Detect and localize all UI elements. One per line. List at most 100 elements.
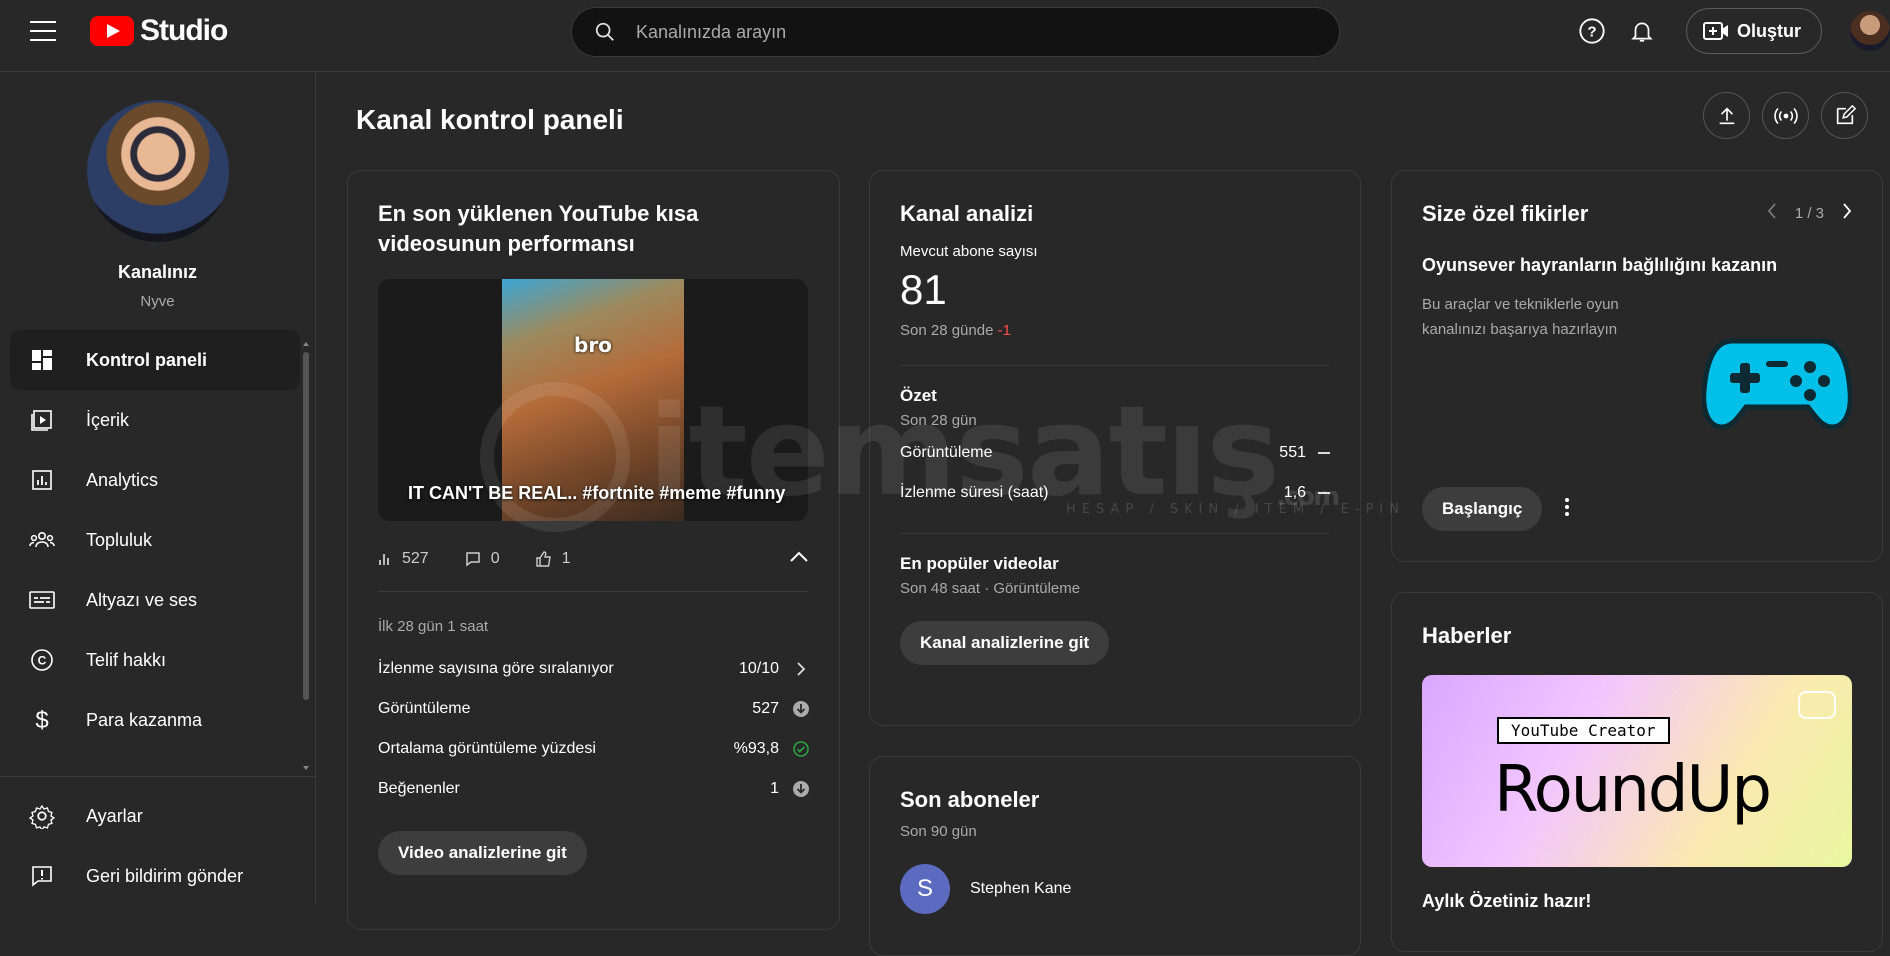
studio-logo[interactable]: Studio (90, 14, 228, 48)
sidebar-item-label: Analytics (86, 469, 159, 490)
pager-text: 1 / 3 (1794, 204, 1824, 222)
dashboard-icon (28, 346, 56, 374)
sidebar-scrollbar[interactable] (302, 340, 310, 772)
create-post-button[interactable] (1821, 92, 1868, 139)
subscriber-item[interactable]: S Stephen Kane (900, 864, 1330, 914)
sidebar-item-analytics[interactable]: Analytics (10, 450, 300, 510)
sidebar-item-copyright[interactable]: C Telif hakkı (10, 630, 300, 690)
card-title: En son yüklenen YouTube kısa videosunun … (378, 201, 699, 256)
create-button[interactable]: Oluştur (1685, 8, 1822, 54)
collapse-chevron-up-icon[interactable] (789, 550, 809, 568)
row-value: 10/10 (738, 660, 779, 677)
likes-row: Beğenenler 1 (378, 769, 809, 809)
create-label: Oluştur (1736, 20, 1801, 41)
channel-title: Kanalınız (117, 262, 197, 282)
scrollbar-thumb[interactable] (303, 352, 309, 700)
monetization-icon: $ (28, 706, 56, 734)
video-title: IT CAN'T BE REAL.. #fortnite #meme #funn… (408, 483, 786, 503)
more-options-icon[interactable] (1564, 497, 1570, 522)
search-bar[interactable] (571, 7, 1340, 57)
feedback-icon (28, 862, 56, 890)
sidebar-divider (0, 776, 316, 777)
chevron-right-icon[interactable] (1842, 203, 1852, 223)
chevron-left-icon[interactable] (1767, 203, 1777, 223)
idea-description: Bu araçlar ve tekniklerle oyun kanalınız… (1422, 296, 1619, 338)
card-title: Son aboneler (900, 787, 1040, 812)
likes-stat: 1 (535, 550, 571, 568)
ranking-row[interactable]: İzlenme sayısına göre sıralanıyor 10/10 (378, 649, 809, 689)
channel-analytics-card: Kanal analizi Mevcut abone sayısı 81 Son… (869, 170, 1361, 726)
views-count: 527 (402, 550, 429, 567)
check-circle-icon (793, 741, 809, 757)
thumbnail-overlay-text: bro (574, 333, 612, 357)
gear-icon (28, 802, 56, 830)
news-card: Haberler YouTube Creator RoundUp Aylık Ö… (1391, 592, 1883, 952)
copyright-icon: C (28, 646, 56, 674)
avg-view-percent-row: Ortalama görüntüleme yüzdesi %93,8 (378, 729, 809, 769)
sidebar-item-monetization[interactable]: $ Para kazanma (10, 690, 300, 750)
edit-post-icon (1836, 104, 1856, 124)
row-value: 527 (752, 700, 779, 717)
period-label: İlk 28 gün 1 saat (378, 618, 489, 635)
news-image[interactable]: YouTube Creator RoundUp (1422, 675, 1852, 867)
sidebar-item-label: Topluluk (86, 529, 153, 550)
search-icon (595, 22, 614, 41)
notifications-bell-icon[interactable] (1620, 9, 1664, 53)
channel-avatar[interactable] (86, 100, 229, 242)
video-analytics-button[interactable]: Video analizlerine git (378, 831, 587, 875)
news-image-headline: RoundUp (1494, 753, 1772, 827)
neutral-dash-icon (1318, 452, 1330, 454)
latest-short-card: En son yüklenen YouTube kısa videosunun … (347, 170, 840, 930)
account-avatar[interactable] (1850, 11, 1890, 51)
go-live-button[interactable] (1762, 92, 1809, 139)
change-prefix: Son 28 günde (900, 322, 998, 339)
sidebar-item-content[interactable]: İçerik (10, 390, 300, 450)
menu-icon[interactable] (30, 21, 56, 41)
svg-text:$: $ (35, 707, 48, 733)
search-input[interactable] (636, 21, 1286, 43)
views-stat: 527 (378, 550, 429, 568)
video-thumbnail[interactable]: bro IT CAN'T BE REAL.. #fortnite #meme #… (378, 279, 808, 521)
bar-chart-icon (379, 554, 389, 565)
help-icon[interactable]: ? (1570, 9, 1614, 53)
get-started-button[interactable]: Başlangıç (1422, 487, 1543, 531)
thumbs-up-icon (535, 551, 551, 567)
main-content: Kanal kontrol paneli En son yüklenen You… (317, 72, 1890, 956)
summary-views-row: Görüntüleme 551 (900, 433, 1330, 473)
sidebar-item-dashboard[interactable]: Kontrol paneli (10, 330, 300, 390)
channel-handle: Nyve (140, 293, 175, 310)
news-headline[interactable]: Aylık Özetiniz hazır! (1422, 891, 1852, 912)
ideas-card: Size özel fikirler 1 / 3 Oyunsever hayra… (1391, 170, 1883, 562)
sidebar-item-label: İçerik (86, 409, 130, 430)
comments-count: 0 (490, 550, 500, 567)
row-value: 1,6 (1283, 484, 1306, 501)
row-label: İzlenme süresi (saat) (900, 484, 1049, 501)
summary-watchtime-row: İzlenme süresi (saat) 1,6 (900, 473, 1330, 513)
comments-stat: 0 (465, 550, 500, 568)
divider (378, 591, 809, 592)
sidebar-item-feedback[interactable]: Geri bildirim gönder (10, 846, 300, 906)
sidebar-item-label: Para kazanma (86, 709, 203, 730)
recent-subscribers-card: Son aboneler Son 90 gün S Stephen Kane (869, 756, 1361, 956)
channel-analytics-button[interactable]: Kanal analizlerine git (900, 621, 1110, 665)
divider (900, 533, 1330, 534)
idea-title: Oyunsever hayranların bağlılığını kazanı… (1422, 255, 1778, 275)
sidebar-item-settings[interactable]: Ayarlar (10, 786, 300, 846)
subscriber-name: Stephen Kane (970, 880, 1072, 897)
subtitles-icon (28, 586, 56, 614)
upload-button[interactable] (1703, 92, 1750, 139)
svg-text:C: C (38, 654, 47, 668)
divider (900, 365, 1330, 366)
row-value: 1 (770, 780, 779, 797)
sidebar-bottom-nav: Ayarlar Geri bildirim gönder (10, 786, 300, 906)
row-value: 551 (1279, 444, 1306, 461)
card-title: Haberler (1422, 623, 1512, 648)
row-label: Görüntüleme (378, 700, 471, 717)
sidebar-item-subtitles[interactable]: Altyazı ve ses (10, 570, 300, 630)
sidebar-item-label: Ayarlar (86, 805, 143, 826)
sidebar-item-community[interactable]: Topluluk (10, 510, 300, 570)
subscribers-period: Son 90 gün (900, 823, 977, 840)
subscriber-avatar: S (900, 864, 950, 914)
views-row: Görüntüleme 527 (378, 689, 809, 729)
subscriber-count: 81 (900, 266, 947, 313)
